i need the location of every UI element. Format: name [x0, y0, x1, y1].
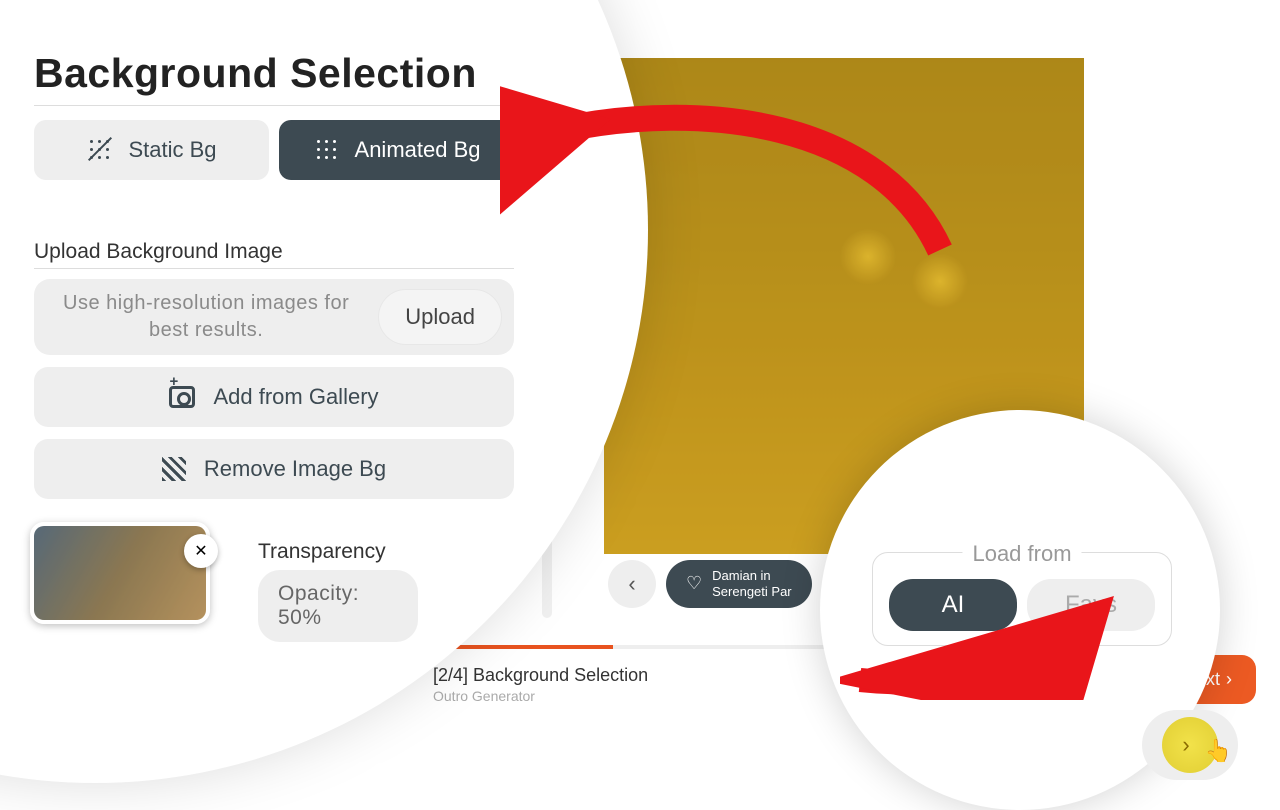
bg-thumbnail[interactable] [30, 522, 210, 624]
heart-icon: ♡ [686, 573, 702, 595]
upload-button[interactable]: Upload [378, 289, 502, 345]
remove-thumbnail-button[interactable]: ✕ [184, 534, 218, 568]
load-favs-tab[interactable]: Favs [1027, 579, 1155, 631]
chevron-right-icon: › [1182, 732, 1189, 758]
static-bg-icon [86, 136, 114, 164]
prev-preset-button[interactable]: ‹ [608, 560, 656, 608]
animated-bg-label: Animated Bg [355, 137, 481, 163]
add-from-gallery-button[interactable]: Add from Gallery [34, 367, 514, 427]
remove-button-label: Remove Image Bg [204, 456, 386, 482]
animated-bg-toggle[interactable]: Animated Bg [279, 120, 514, 180]
remove-image-bg-button[interactable]: Remove Image Bg [34, 439, 514, 499]
next-preset-button[interactable]: › 👆 [1142, 710, 1238, 780]
zoom-lens-right: Load from AI Favs › 👆 [820, 410, 1220, 810]
transparency-label: Transparency [258, 540, 418, 564]
preset-name-line2: Serengeti Par [712, 584, 792, 600]
static-bg-toggle[interactable]: Static Bg [34, 120, 269, 180]
preset-name-line1: Damian in [712, 568, 792, 584]
animated-bg-icon [313, 136, 341, 164]
load-from-box: Load from AI Favs [872, 552, 1172, 646]
load-ai-tab[interactable]: AI [889, 579, 1017, 631]
upload-hint: Use high-resolution images for best resu… [46, 290, 366, 344]
step-label: [2/4] Background Selection [433, 665, 648, 686]
gallery-button-label: Add from Gallery [213, 384, 378, 410]
load-from-title: Load from [962, 541, 1081, 567]
preset-tag[interactable]: ♡ Damian in Serengeti Par [666, 560, 812, 608]
opacity-value[interactable]: Opacity: 50% [258, 570, 418, 642]
chevron-right-icon: › [1226, 669, 1232, 690]
camera-plus-icon [169, 386, 195, 408]
static-bg-label: Static Bg [128, 137, 216, 163]
step-sublabel: Outro Generator [433, 688, 648, 704]
panel-title: Background Selection [34, 50, 514, 106]
stripes-icon [162, 457, 186, 481]
chevron-left-icon: ‹ [628, 571, 635, 597]
close-icon: ✕ [194, 541, 207, 561]
upload-row: Use high-resolution images for best resu… [34, 279, 514, 355]
upload-section-label: Upload Background Image [34, 240, 514, 269]
